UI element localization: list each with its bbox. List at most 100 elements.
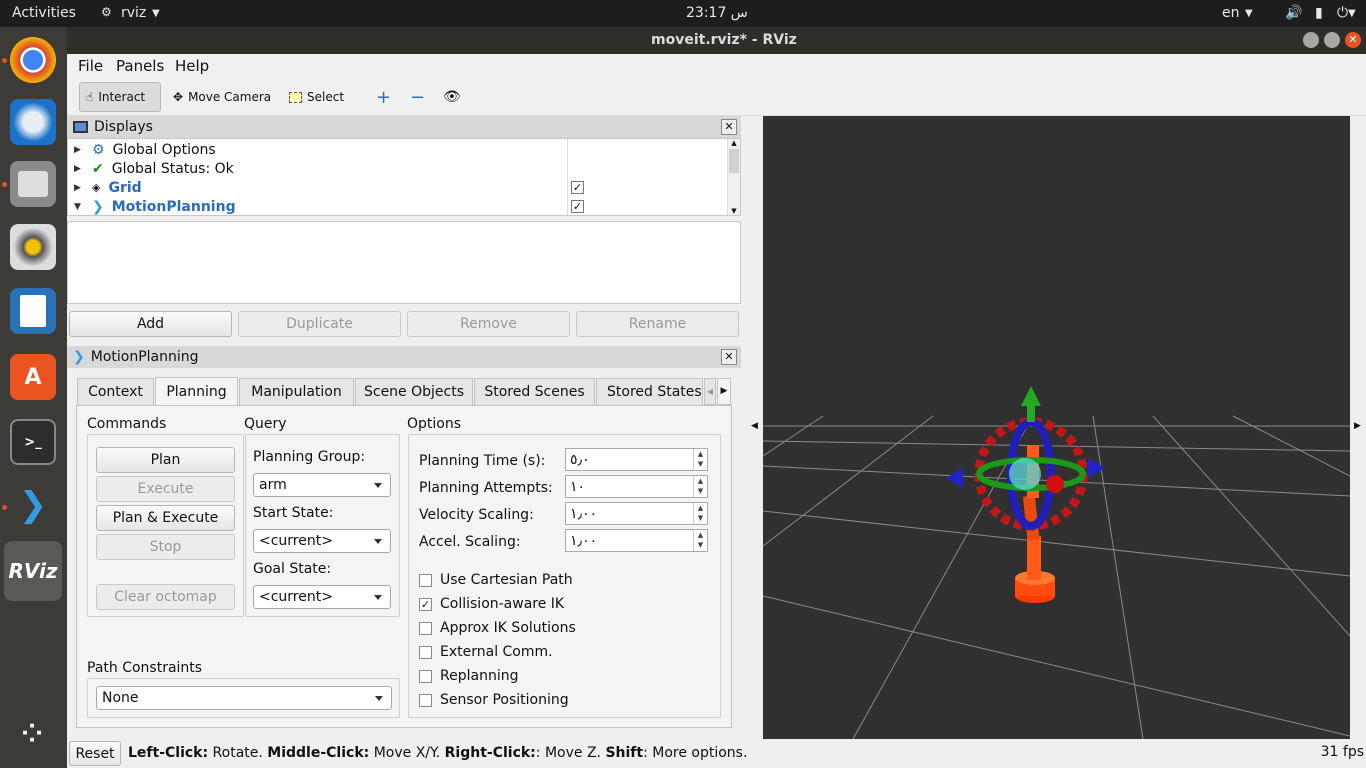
planning-attempts-spinbox[interactable]: ١٠ ▲ ▼ (565, 475, 708, 498)
add-tool-icon[interactable]: + (370, 82, 397, 112)
tree-scrollbar[interactable]: ▲ ▼ (727, 139, 740, 215)
spin-arrows-icon[interactable]: ▲ ▼ (693, 530, 707, 551)
tab-scroll-right-icon[interactable]: ▶ (717, 378, 731, 405)
duplicate-display-button[interactable]: Duplicate (238, 311, 401, 337)
checkbox-box[interactable]: ✓ (419, 597, 432, 611)
accel-scaling-spinbox[interactable]: ١٫٠٠ ▲ ▼ (565, 529, 708, 552)
close-panel-icon[interactable]: ✕ (721, 349, 737, 365)
goal-state-label: Goal State: (253, 561, 332, 577)
path-constraints-select[interactable]: None (96, 686, 392, 710)
volume-icon[interactable]: 🔊 (1285, 5, 1302, 21)
select-icon (289, 91, 302, 103)
menu-file[interactable]: File (78, 57, 103, 75)
clear-octomap-button[interactable]: Clear octomap (96, 584, 235, 610)
tab-planning[interactable]: Planning (155, 377, 238, 406)
remove-display-button[interactable]: Remove (407, 311, 570, 337)
goal-state-select[interactable]: <current> (253, 585, 391, 609)
rename-display-button[interactable]: Rename (576, 311, 739, 337)
chrome-icon[interactable] (10, 37, 56, 83)
approx-ik-solutions-checkbox[interactable]: Approx IK Solutions (419, 620, 576, 636)
execute-button[interactable]: Execute (96, 476, 235, 502)
tree-item-grid[interactable]: ▶ ◈ Grid (68, 178, 568, 197)
activities-button[interactable]: Activities (12, 5, 76, 21)
eye-icon[interactable]: 👁 (437, 82, 467, 112)
tab-manipulation[interactable]: Manipulation (239, 378, 354, 405)
files-icon[interactable] (10, 161, 56, 207)
velocity-scaling-spinbox[interactable]: ١٫٠٠ ▲ ▼ (565, 502, 708, 525)
expand-arrow-icon[interactable]: ▶ (74, 145, 84, 155)
window-titlebar[interactable]: moveit.rviz* - RViz ✕ (67, 27, 1366, 54)
select-label: Select (307, 90, 345, 104)
external-comm-checkbox[interactable]: External Comm. (419, 644, 553, 660)
planning-group-select[interactable]: arm (253, 473, 391, 497)
tab-context[interactable]: Context (77, 378, 154, 405)
rviz-icon[interactable]: RViz (4, 541, 62, 601)
tree-item-global-options[interactable]: ▶ ⚙ Global Options (68, 140, 568, 159)
apps-grid-icon[interactable]: ⁘ (10, 711, 56, 757)
use-cartesian-path-checkbox[interactable]: Use Cartesian Path (419, 572, 573, 588)
planning-time-label: Planning Time (s): (419, 453, 546, 469)
plan-button[interactable]: Plan (96, 447, 235, 473)
app-menu[interactable]: rviz (121, 5, 146, 21)
replanning-checkbox[interactable]: Replanning (419, 668, 518, 684)
menu-help[interactable]: Help (175, 57, 209, 75)
motionplanning-enabled-checkbox[interactable]: ✓ (571, 200, 584, 213)
running-indicator (2, 182, 7, 187)
battery-icon[interactable]: ▮ (1315, 5, 1323, 21)
tree-item-global-status[interactable]: ▶ ✔ Global Status: Ok (68, 159, 568, 178)
collapse-left-icon[interactable]: ◀ (751, 421, 758, 431)
add-display-button[interactable]: Add (69, 311, 232, 337)
thunderbird-icon[interactable] (10, 99, 56, 145)
stop-button[interactable]: Stop (96, 534, 235, 560)
interact-tool-button[interactable]: ☝ Interact (79, 82, 161, 112)
tab-scroll-left-icon[interactable]: ◀ (704, 378, 716, 405)
3d-viewport[interactable] (763, 116, 1350, 739)
scroll-up-icon[interactable]: ▲ (728, 139, 740, 147)
expand-arrow-icon[interactable]: ▶ (74, 164, 84, 174)
move-camera-tool-button[interactable]: ✥ Move Camera (167, 82, 277, 112)
terminal-icon[interactable]: >_ (10, 419, 56, 465)
planning-time-spinbox[interactable]: ٥٫٠ ▲ ▼ (565, 448, 708, 471)
tab-stored-scenes[interactable]: Stored Scenes (474, 378, 595, 405)
remove-tool-icon[interactable]: − (404, 82, 431, 112)
tree-item-motionplanning[interactable]: ▼ ❯ MotionPlanning (68, 197, 568, 216)
scroll-thumb[interactable] (729, 149, 739, 173)
chevron-down-icon: ▼ (1348, 8, 1356, 19)
grid-enabled-checkbox[interactable]: ✓ (571, 181, 584, 194)
spin-arrows-icon[interactable]: ▲ ▼ (693, 503, 707, 524)
maximize-icon[interactable] (1324, 32, 1340, 48)
checkbox-box[interactable] (419, 645, 432, 659)
plan-and-execute-button[interactable]: Plan & Execute (96, 505, 235, 531)
checkbox-box[interactable] (419, 693, 432, 707)
minimize-icon[interactable] (1303, 32, 1319, 48)
checkbox-box[interactable] (419, 669, 432, 683)
writer-icon[interactable] (10, 288, 56, 334)
checkbox-box[interactable] (419, 621, 432, 635)
rhythmbox-icon[interactable] (10, 224, 56, 270)
collapse-right-icon[interactable]: ▶ (1354, 421, 1361, 431)
select-tool-button[interactable]: Select (283, 82, 350, 112)
reset-button[interactable]: Reset (69, 741, 121, 766)
close-panel-icon[interactable]: ✕ (721, 119, 737, 135)
collision-aware-ik-checkbox[interactable]: ✓ Collision-aware IK (419, 596, 564, 612)
tab-stored-states[interactable]: Stored States (596, 378, 703, 405)
fps-counter: 31 fps (1320, 744, 1364, 760)
tab-scene-objects[interactable]: Scene Objects (355, 378, 473, 405)
vscode-icon[interactable]: ❯ (10, 482, 56, 528)
close-icon[interactable]: ✕ (1345, 32, 1361, 48)
spin-arrows-icon[interactable]: ▲ ▼ (693, 449, 707, 470)
dock: A >_ ❯ RViz ⁘ (0, 27, 67, 768)
spin-arrows-icon[interactable]: ▲ ▼ (693, 476, 707, 497)
menu-panels[interactable]: Panels (116, 57, 164, 75)
expand-arrow-icon[interactable]: ▶ (74, 183, 84, 193)
power-icon[interactable]: ⏻ (1337, 5, 1348, 21)
scroll-down-icon[interactable]: ▼ (728, 207, 740, 215)
software-icon[interactable]: A (10, 354, 56, 400)
language-indicator[interactable]: en (1222, 5, 1240, 21)
chevron-down-icon (374, 483, 382, 488)
collapse-arrow-icon[interactable]: ▼ (74, 202, 84, 212)
sensor-positioning-checkbox[interactable]: Sensor Positioning (419, 692, 569, 708)
clock[interactable]: 23:17 س (686, 5, 748, 21)
start-state-select[interactable]: <current> (253, 529, 391, 553)
checkbox-box[interactable] (419, 573, 432, 587)
